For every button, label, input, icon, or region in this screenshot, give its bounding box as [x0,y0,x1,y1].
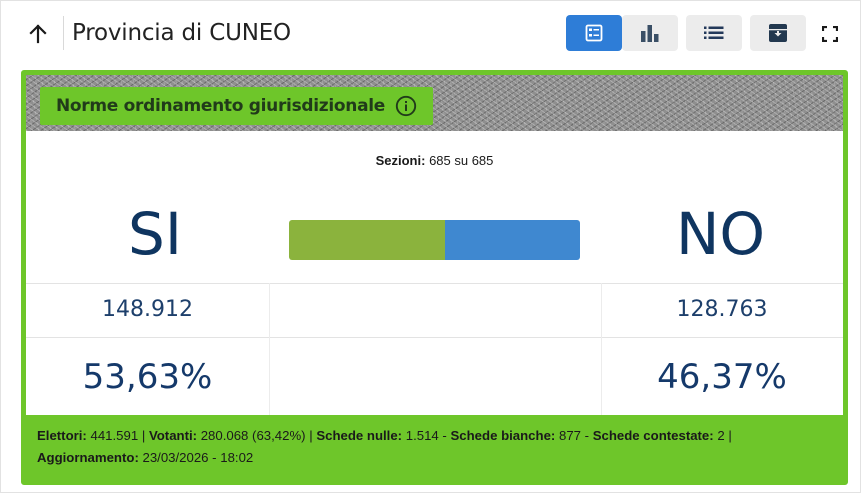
votanti-label: Votanti: [148,428,198,443]
info-icon[interactable] [395,95,417,117]
row-divider [26,283,843,284]
nulle-label: Schede nulle: [316,428,403,443]
card-view-icon [585,24,603,42]
card-title-label: Norme ordinamento giurisdizionale [40,87,434,125]
archive-button[interactable] [750,15,806,51]
card-view-button[interactable] [566,15,622,51]
yes-percent: 53,63% [82,357,213,397]
bianche-label: Schede bianche: [450,428,556,443]
fullscreen-icon [822,26,838,42]
yes-votes: 148.912 [102,297,193,322]
archive-icon [769,24,787,42]
sections-label: Sezioni: [375,153,426,168]
yes-bar-segment [289,220,446,260]
referendum-card: Norme ordinamento giurisdizionale Sezion… [21,70,848,485]
elettori-label: Elettori: [37,428,87,443]
no-votes: 128.763 [676,297,768,322]
header-divider [63,16,64,50]
chart-view-button[interactable] [622,15,678,51]
sections-value: 685 su 685 [429,153,494,168]
row-divider [26,337,843,338]
results-panel: Provincia di CUNEO Norme ordinamento giu… [0,0,861,493]
contestate-label: Schede contestate: [592,428,714,443]
panel-header: Provincia di CUNEO [1,1,861,63]
contestate-value: 2 [717,428,725,443]
aggiornamento-label: Aggiornamento: [37,450,139,465]
stats-footer: Elettori: 441.591 | Votanti: 280.068 (63… [26,415,843,480]
yes-label: SI [128,200,182,268]
arrow-up-icon [29,24,47,44]
card-title: Norme ordinamento giurisdizionale [56,96,386,116]
card-banner: Norme ordinamento giurisdizionale [26,75,843,131]
nulle-value: 1.514 [405,428,439,443]
back-button[interactable] [25,21,51,47]
bar-chart-icon [641,25,659,42]
list-view-button[interactable] [686,15,742,51]
votanti-value: 280.068 (63,42%) [200,428,306,443]
bianche-value: 877 [558,428,581,443]
elettori-value: 441.591 [90,428,139,443]
no-percent: 46,37% [657,357,787,397]
result-bar [289,220,580,260]
fullscreen-button[interactable] [817,21,843,47]
no-label: NO [676,200,766,268]
sections-count: Sezioni: 685 su 685 [26,153,843,168]
column-divider [269,283,270,415]
page-title: Provincia di CUNEO [72,20,291,46]
aggiornamento-value: 23/03/2026 - 18:02 [142,450,254,465]
no-bar-segment [445,220,580,260]
list-icon [704,26,724,39]
